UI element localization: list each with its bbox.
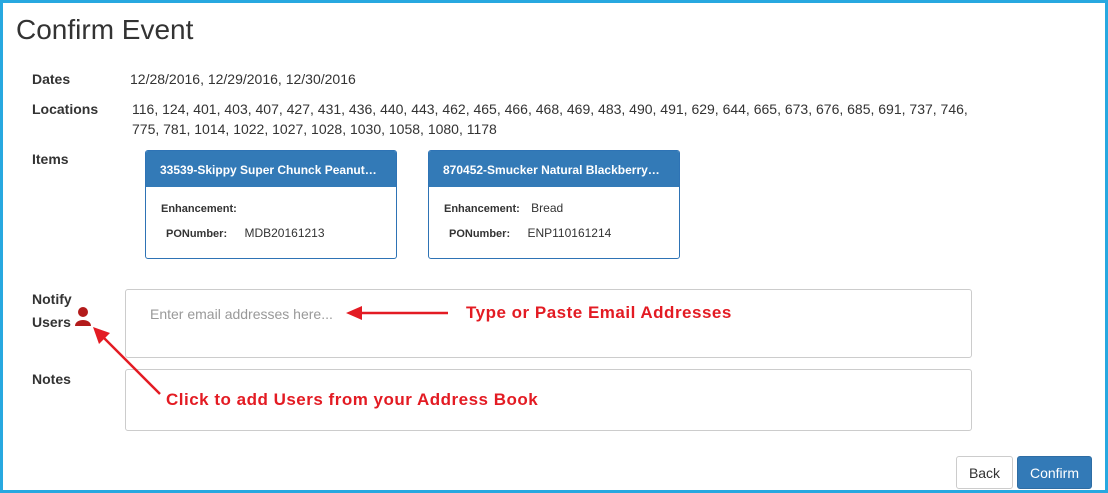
back-button[interactable]: Back — [956, 456, 1013, 489]
annotation-arrows — [93, 306, 448, 395]
arrow-line — [101, 335, 161, 395]
confirm-button[interactable]: Confirm — [1017, 456, 1092, 489]
email-hint-annotation: Type or Paste Email Addresses — [466, 303, 732, 322]
arrowhead — [346, 306, 362, 320]
addressbook-hint-annotation: Click to add Users from your Address Boo… — [166, 390, 539, 409]
